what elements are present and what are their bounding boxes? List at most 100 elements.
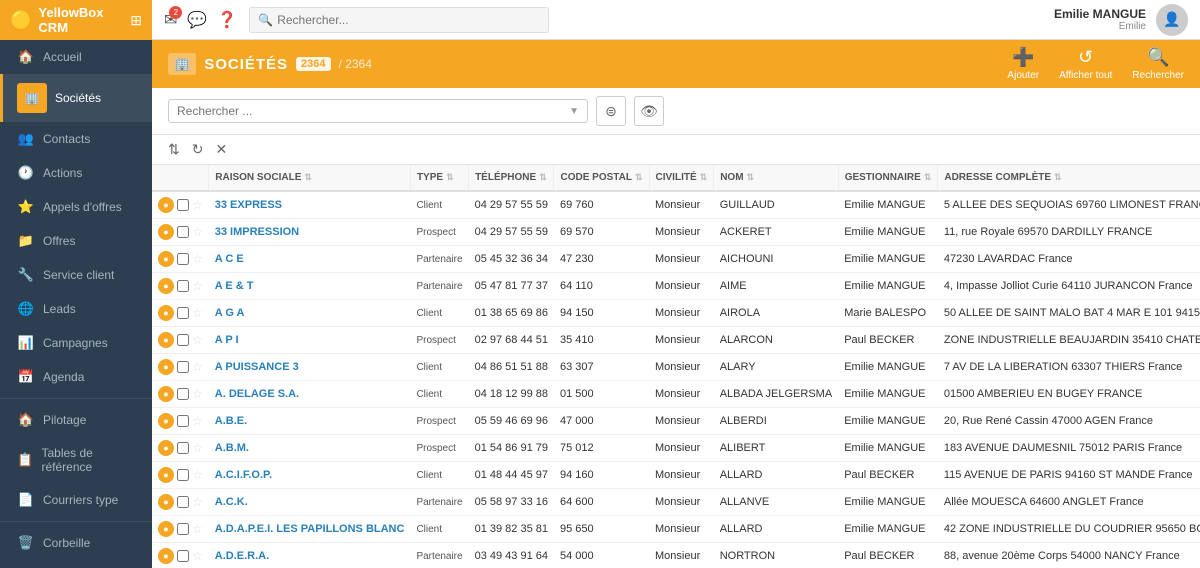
row-checkbox[interactable] — [177, 361, 189, 373]
sidebar-item-leads[interactable]: 🌐 Leads — [0, 292, 152, 326]
sidebar-item-pilotage[interactable]: 🏠 Pilotage — [0, 403, 152, 437]
col-telephone[interactable]: TÉLÉPHONE ⇅ — [469, 165, 554, 191]
filter-search-input[interactable] — [177, 104, 565, 118]
sidebar-item-service[interactable]: 🔧 Service client — [0, 258, 152, 292]
row-orange-btn[interactable]: ● — [158, 305, 174, 321]
row-star[interactable]: ☆ — [192, 252, 203, 266]
view-icon-btn[interactable]: 👁 — [634, 96, 664, 126]
row-star[interactable]: ☆ — [192, 198, 203, 212]
help-icon[interactable]: ❓ — [217, 10, 237, 30]
row-checkbox[interactable] — [177, 253, 189, 265]
row-checkbox[interactable] — [177, 550, 189, 562]
sidebar-item-accueil[interactable]: 🏠 Accueil — [0, 40, 152, 74]
company-name[interactable]: A.B.E. — [215, 415, 247, 427]
row-orange-btn[interactable]: ● — [158, 278, 174, 294]
notification-icon[interactable]: ✉ 2 — [164, 10, 177, 30]
filter-search-box[interactable]: ▼ — [168, 99, 588, 123]
company-name[interactable]: 33 IMPRESSION — [215, 226, 299, 238]
sidebar-item-offres[interactable]: 📁 Offres — [0, 224, 152, 258]
company-name[interactable]: 33 EXPRESS — [215, 199, 282, 211]
chat-icon[interactable]: 💬 — [187, 10, 207, 30]
cell-gestionnaire: Emilie MANGUE — [838, 381, 938, 408]
row-star[interactable]: ☆ — [192, 549, 203, 563]
row-checkbox[interactable] — [177, 307, 189, 319]
row-checkbox[interactable] — [177, 334, 189, 346]
sidebar-item-appels[interactable]: ⭐ Appels d'offres — [0, 190, 152, 224]
company-name[interactable]: A P I — [215, 334, 239, 346]
sidebar-item-agenda[interactable]: 📅 Agenda — [0, 360, 152, 394]
sidebar-item-contacts[interactable]: 👥 Contacts — [0, 122, 152, 156]
cell-gestionnaire: Paul BECKER — [838, 462, 938, 489]
sidebar-item-dates[interactable]: ⚡ Mise à jour des dates — [0, 560, 152, 568]
topbar-search-box[interactable]: 🔍 — [249, 7, 549, 33]
filter-icon-btn[interactable]: ⊜ — [596, 96, 626, 126]
row-orange-btn[interactable]: ● — [158, 386, 174, 402]
topbar-search-input[interactable] — [277, 13, 540, 27]
row-checkbox[interactable] — [177, 469, 189, 481]
row-star[interactable]: ☆ — [192, 495, 203, 509]
company-name[interactable]: A G A — [215, 307, 245, 319]
col-raison-sociale[interactable]: RAISON SOCIALE ⇅ — [209, 165, 411, 191]
company-name[interactable]: A.C.K. — [215, 496, 248, 508]
row-orange-btn[interactable]: ● — [158, 197, 174, 213]
row-orange-btn[interactable]: ● — [158, 521, 174, 537]
company-name[interactable]: A C E — [215, 253, 244, 265]
refresh-table-icon[interactable]: ↻ — [192, 141, 204, 158]
row-checkbox[interactable] — [177, 280, 189, 292]
row-star[interactable]: ☆ — [192, 360, 203, 374]
row-orange-btn[interactable]: ● — [158, 251, 174, 267]
row-star[interactable]: ☆ — [192, 522, 203, 536]
row-checkbox[interactable] — [177, 496, 189, 508]
col-civilite[interactable]: CIVILITÉ ⇅ — [649, 165, 714, 191]
row-orange-btn[interactable]: ● — [158, 224, 174, 240]
row-orange-btn[interactable]: ● — [158, 548, 174, 564]
user-avatar[interactable]: 👤 — [1156, 4, 1188, 36]
row-checkbox[interactable] — [177, 523, 189, 535]
sidebar-item-tables[interactable]: 📋 Tables de référence — [0, 437, 152, 483]
sort-icon[interactable]: ⇅ — [168, 141, 180, 158]
row-star[interactable]: ☆ — [192, 414, 203, 428]
col-code-postal[interactable]: CODE POSTAL ⇅ — [554, 165, 649, 191]
company-name[interactable]: A.C.I.F.O.P. — [215, 469, 272, 481]
row-checkbox[interactable] — [177, 388, 189, 400]
row-checkbox[interactable] — [177, 226, 189, 238]
col-type[interactable]: TYPE ⇅ — [410, 165, 468, 191]
company-name[interactable]: A.D.A.P.E.I. LES PAPILLONS BLANC — [215, 523, 405, 535]
col-adresse[interactable]: ADRESSE COMPLÈTE ⇅ — [938, 165, 1200, 191]
sidebar-item-campagnes[interactable]: 📊 Campagnes — [0, 326, 152, 360]
settings-table-icon[interactable]: ✕ — [215, 141, 227, 158]
row-checkbox[interactable] — [177, 415, 189, 427]
add-button[interactable]: ➕ Ajouter — [1007, 47, 1039, 81]
row-star[interactable]: ☆ — [192, 333, 203, 347]
sort-icon-postal: ⇅ — [635, 172, 643, 183]
row-orange-btn[interactable]: ● — [158, 359, 174, 375]
grid-icon[interactable]: ⊞ — [130, 12, 142, 29]
app-logo[interactable]: 🟡 YellowBox CRM ⊞ — [0, 0, 152, 40]
row-orange-btn[interactable]: ● — [158, 440, 174, 456]
sidebar-item-corbeille[interactable]: 🗑️ Corbeille — [0, 526, 152, 560]
company-name[interactable]: A.B.M. — [215, 442, 249, 454]
row-star[interactable]: ☆ — [192, 306, 203, 320]
row-star[interactable]: ☆ — [192, 387, 203, 401]
row-checkbox[interactable] — [177, 442, 189, 454]
row-star[interactable]: ☆ — [192, 468, 203, 482]
row-star[interactable]: ☆ — [192, 279, 203, 293]
row-star[interactable]: ☆ — [192, 441, 203, 455]
col-gestionnaire[interactable]: GESTIONNAIRE ⇅ — [838, 165, 938, 191]
row-orange-btn[interactable]: ● — [158, 467, 174, 483]
company-name[interactable]: A PUISSANCE 3 — [215, 361, 299, 373]
show-all-button[interactable]: ↺ Afficher tout — [1059, 47, 1112, 81]
company-name[interactable]: A. DELAGE S.A. — [215, 388, 299, 400]
row-orange-btn[interactable]: ● — [158, 413, 174, 429]
company-name[interactable]: A E & T — [215, 280, 254, 292]
sidebar-item-courriers[interactable]: 📄 Courriers type — [0, 483, 152, 517]
sidebar-item-societes[interactable]: 🏢 Sociétés — [0, 74, 152, 122]
company-name[interactable]: A.D.E.R.A. — [215, 550, 269, 562]
row-orange-btn[interactable]: ● — [158, 494, 174, 510]
row-checkbox[interactable] — [177, 199, 189, 211]
row-star[interactable]: ☆ — [192, 225, 203, 239]
search-button[interactable]: 🔍 Rechercher — [1132, 47, 1184, 81]
sidebar-item-actions[interactable]: 🕐 Actions — [0, 156, 152, 190]
col-nom[interactable]: NOM ⇅ — [714, 165, 839, 191]
row-orange-btn[interactable]: ● — [158, 332, 174, 348]
